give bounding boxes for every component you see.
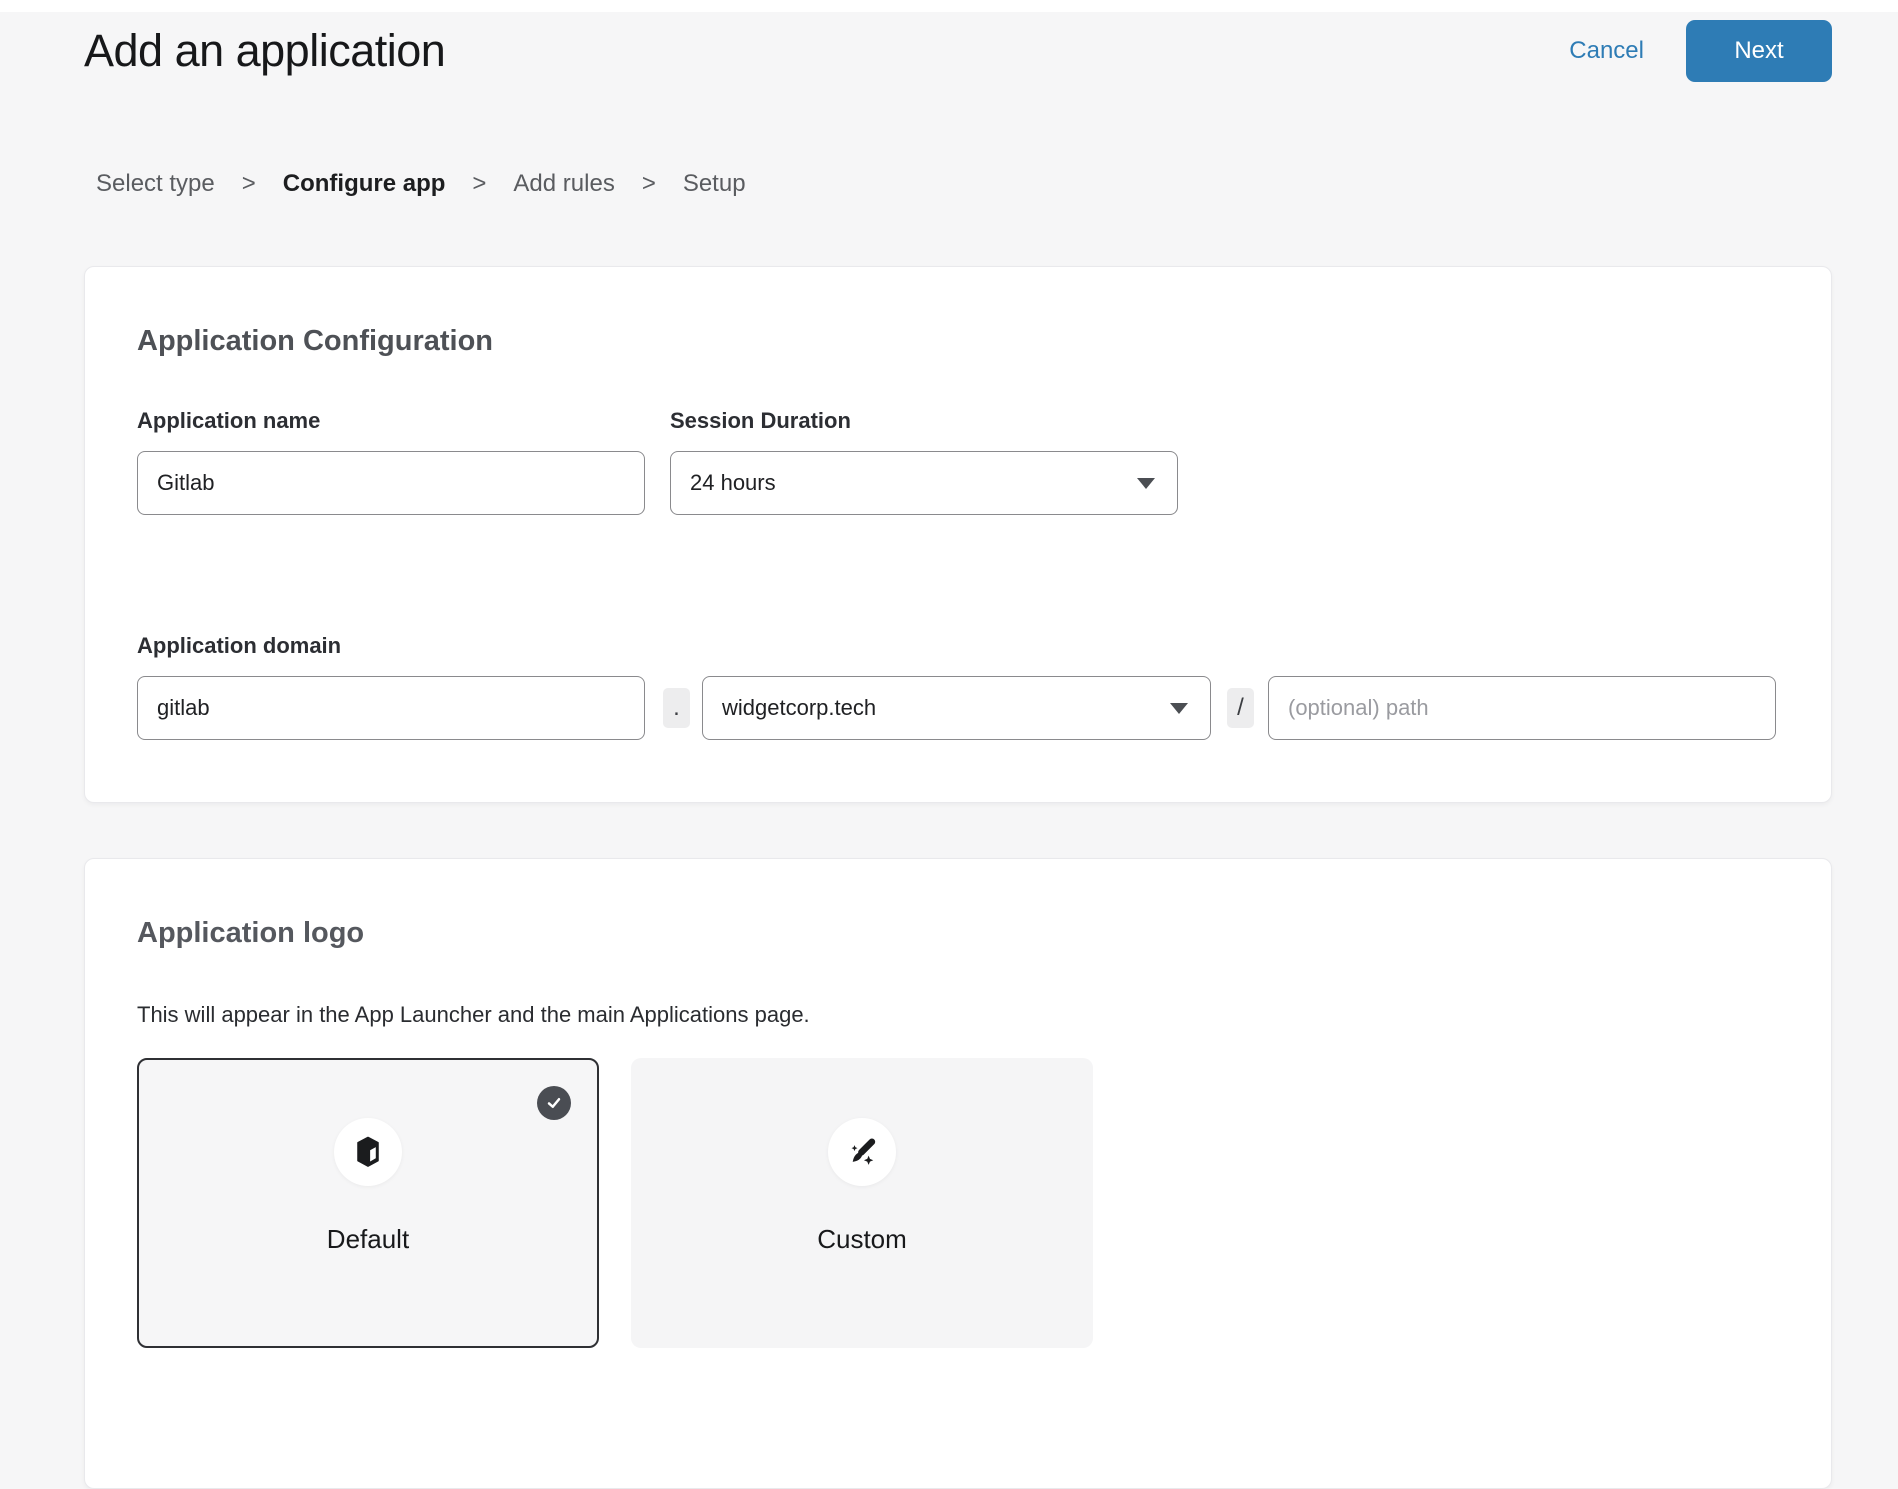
next-button[interactable]: Next: [1686, 20, 1832, 82]
breadcrumb-step-configure-app[interactable]: Configure app: [283, 170, 446, 198]
domain-dot-separator: .: [663, 688, 690, 728]
session-duration-select[interactable]: 24 hours: [670, 451, 1178, 515]
header-actions: Cancel Next: [1569, 20, 1832, 82]
top-header-strip: [0, 0, 1898, 12]
application-logo-card: Application logo This will appear in the…: [84, 858, 1832, 1489]
session-duration-value: 24 hours: [690, 470, 776, 496]
check-icon: [544, 1093, 564, 1113]
logo-option-default[interactable]: Default: [137, 1058, 599, 1348]
chevron-down-icon: [1170, 703, 1188, 714]
paintbrush-icon: [844, 1134, 880, 1170]
logo-option-label: Custom: [817, 1224, 907, 1255]
chevron-down-icon: [1137, 478, 1155, 489]
breadcrumb-step-add-rules[interactable]: Add rules: [513, 170, 614, 198]
application-domain-label: Application domain: [137, 633, 1779, 659]
domain-select-value: widgetcorp.tech: [722, 695, 876, 721]
breadcrumb-separator: >: [242, 170, 256, 198]
name-session-row: Application name Session Duration 24 hou…: [137, 408, 1779, 515]
application-logo-description: This will appear in the App Launcher and…: [137, 1002, 1779, 1028]
breadcrumb-step-setup[interactable]: Setup: [683, 170, 746, 198]
application-configuration-card: Application Configuration Application na…: [84, 266, 1832, 803]
cube-icon: [351, 1135, 385, 1169]
breadcrumb: Select type > Configure app > Add rules …: [84, 170, 1832, 198]
page-header: Add an application Cancel Next: [84, 20, 1832, 82]
path-input[interactable]: [1268, 676, 1776, 740]
application-configuration-heading: Application Configuration: [137, 325, 1779, 358]
application-logo-heading: Application logo: [137, 917, 1779, 950]
subdomain-input[interactable]: [137, 676, 645, 740]
page-title: Add an application: [84, 25, 445, 77]
logo-options: Default Custom: [137, 1058, 1779, 1348]
default-logo-circle: [334, 1118, 402, 1186]
custom-logo-circle: [828, 1118, 896, 1186]
selected-check-badge: [537, 1086, 571, 1120]
application-domain-row: . widgetcorp.tech /: [137, 676, 1779, 740]
session-duration-label: Session Duration: [670, 408, 1178, 434]
domain-slash-separator: /: [1227, 688, 1254, 728]
add-application-page: Add an application Cancel Next Select ty…: [0, 20, 1898, 1489]
session-duration-field: Session Duration 24 hours: [670, 408, 1178, 515]
application-name-input[interactable]: [137, 451, 645, 515]
application-name-label: Application name: [137, 408, 645, 434]
logo-option-label: Default: [327, 1224, 409, 1255]
application-name-field: Application name: [137, 408, 645, 515]
breadcrumb-step-select-type[interactable]: Select type: [96, 170, 215, 198]
breadcrumb-separator: >: [642, 170, 656, 198]
breadcrumb-separator: >: [472, 170, 486, 198]
domain-select[interactable]: widgetcorp.tech: [702, 676, 1211, 740]
cancel-button[interactable]: Cancel: [1569, 37, 1644, 65]
logo-option-custom[interactable]: Custom: [631, 1058, 1093, 1348]
